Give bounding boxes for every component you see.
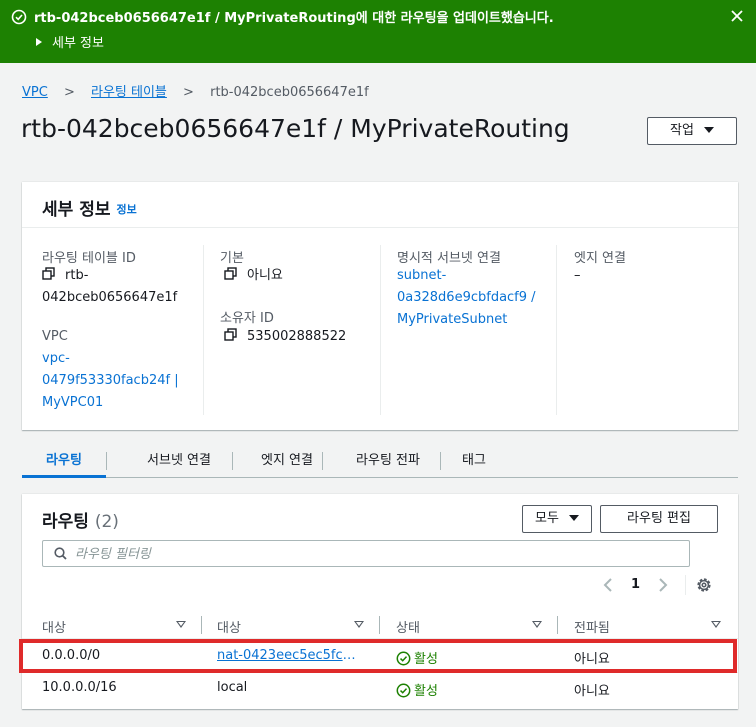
page-number[interactable]: 1 <box>631 577 640 592</box>
success-flash-banner: rtb-042bceb0656647e1f / MyPrivateRouting… <box>0 0 756 63</box>
check-circle-icon <box>11 9 27 25</box>
main-value-text: 아니요 <box>247 268 283 283</box>
owner-label: 소유자 ID <box>220 311 274 326</box>
route-table-id-value: rtb- 042bceb0656647e1f <box>42 265 177 309</box>
tab-tags[interactable]: 태그 <box>448 448 500 478</box>
column-header-status[interactable]: 상태 <box>396 617 420 636</box>
owner-value-text: 535002888522 <box>247 329 347 344</box>
route-table-id-line2: 042bceb0656647e1f <box>42 290 178 305</box>
routes-heading-text: 라우팅 <box>42 512 89 532</box>
subnet-line2: 0a328d6e9cbfdacf9 / <box>397 290 536 305</box>
sort-caret-icon[interactable] <box>711 621 721 628</box>
main-label: 기본 <box>220 251 244 266</box>
sort-caret-icon[interactable] <box>532 621 542 628</box>
column-header-target[interactable]: 대상 <box>217 617 241 636</box>
column-divider <box>380 245 381 415</box>
tab-subnet-associations[interactable]: 서브넷 연결 <box>116 448 242 478</box>
vpc-line2: 0479f53330facb24f | <box>42 373 179 388</box>
search-input[interactable] <box>75 544 675 564</box>
search-icon <box>54 547 67 560</box>
copy-icon[interactable] <box>42 267 55 280</box>
vpc-link[interactable]: vpc- 0479f53330facb24f | MyVPC01 <box>42 348 179 414</box>
subnet-assoc-label: 명시적 서브넷 연결 <box>397 251 501 266</box>
pager-divider <box>685 575 686 595</box>
tab-separator <box>440 452 441 470</box>
route-table-id-line1: rtb- <box>65 268 89 283</box>
routes-heading: 라우팅 (2) <box>42 507 119 532</box>
tab-routes[interactable]: 라우팅 <box>22 448 106 478</box>
breadcrumb-vpc[interactable]: VPC <box>22 85 48 100</box>
breadcrumb-current: rtb-042bceb0656647e1f <box>210 85 369 100</box>
row-status: 활성 <box>396 680 438 699</box>
tab-separator <box>322 452 323 470</box>
subnet-link[interactable]: subnet- 0a328d6e9cbfdacf9 / MyPrivateSub… <box>397 265 536 331</box>
row-destination: 10.0.0.0/16 <box>42 680 117 695</box>
actions-button[interactable]: 작업 <box>647 117 737 145</box>
caret-down-icon <box>703 127 714 133</box>
vpc-line3: MyVPC01 <box>42 395 104 410</box>
filter-dropdown[interactable]: 모두 <box>522 505 592 533</box>
page-title: rtb-042bceb0656647e1f / MyPrivateRouting <box>21 114 570 143</box>
chevron-right-icon: > <box>63 85 75 100</box>
column-divider <box>557 616 558 634</box>
table-row[interactable]: 10.0.0.0/16 local 활성 아니요 <box>22 673 738 705</box>
routes-table-header: 대상 대상 상태 전파됨 <box>22 611 738 639</box>
column-divider <box>556 245 557 415</box>
route-table-id-label: 라우팅 테이블 ID <box>42 251 136 266</box>
sort-caret-icon[interactable] <box>176 621 186 628</box>
row-propagated: 아니요 <box>574 684 610 699</box>
main-value: 아니요 <box>224 265 283 287</box>
sort-caret-icon[interactable] <box>354 621 364 628</box>
column-divider <box>201 616 202 634</box>
row-target: local <box>217 680 248 695</box>
vpc-line1: vpc- <box>42 351 70 366</box>
tab-route-propagation[interactable]: 라우팅 전파 <box>332 448 444 478</box>
edit-routes-button[interactable]: 라우팅 편집 <box>600 505 718 533</box>
vpc-label: VPC <box>42 329 68 344</box>
column-divider <box>203 245 204 415</box>
caret-down-icon <box>568 515 579 521</box>
filter-dropdown-value: 모두 <box>535 511 559 526</box>
owner-value: 535002888522 <box>224 326 346 348</box>
chevron-right-icon[interactable] <box>657 576 669 594</box>
breadcrumb: VPC > 라우팅 테이블 > rtb-042bceb0656647e1f <box>22 81 369 100</box>
flash-message: rtb-042bceb0656647e1f / MyPrivateRouting… <box>34 11 554 26</box>
row-status-text: 활성 <box>414 684 438 699</box>
tab-separator <box>106 452 107 470</box>
details-info-link[interactable]: 정보 <box>116 203 136 216</box>
edge-assoc-value: – <box>574 268 581 283</box>
subnet-line1: subnet- <box>397 268 447 283</box>
breadcrumb-route-tables[interactable]: 라우팅 테이블 <box>91 85 167 100</box>
edge-assoc-label: 엣지 연결 <box>574 251 626 266</box>
routes-count: (2) <box>94 512 119 532</box>
copy-icon[interactable] <box>224 267 237 280</box>
flash-details-label: 세부 정보 <box>52 36 104 51</box>
status-active-icon <box>396 683 411 698</box>
route-filter-search <box>42 540 690 567</box>
column-header-destination[interactable]: 대상 <box>42 617 66 636</box>
subnet-line3: MyPrivateSubnet <box>397 312 508 327</box>
flash-details-toggle[interactable]: 세부 정보 <box>36 32 104 51</box>
row-highlight-box <box>19 639 737 673</box>
column-divider <box>379 616 380 634</box>
details-heading-text: 세부 정보 <box>42 200 111 220</box>
actions-label: 작업 <box>670 123 694 138</box>
settings-gear-icon[interactable] <box>695 576 713 594</box>
copy-icon[interactable] <box>224 328 237 341</box>
close-icon[interactable] <box>730 9 744 23</box>
column-header-propagated[interactable]: 전파됨 <box>574 617 610 636</box>
chevron-right-icon: > <box>183 85 194 100</box>
tab-bar: 라우팅 서브넷 연결 엣지 연결 라우팅 전파 태그 <box>22 448 738 478</box>
caret-right-icon <box>36 38 42 46</box>
tab-separator <box>232 452 233 470</box>
chevron-left-icon[interactable] <box>602 576 614 594</box>
details-heading: 세부 정보 정보 <box>42 195 137 220</box>
